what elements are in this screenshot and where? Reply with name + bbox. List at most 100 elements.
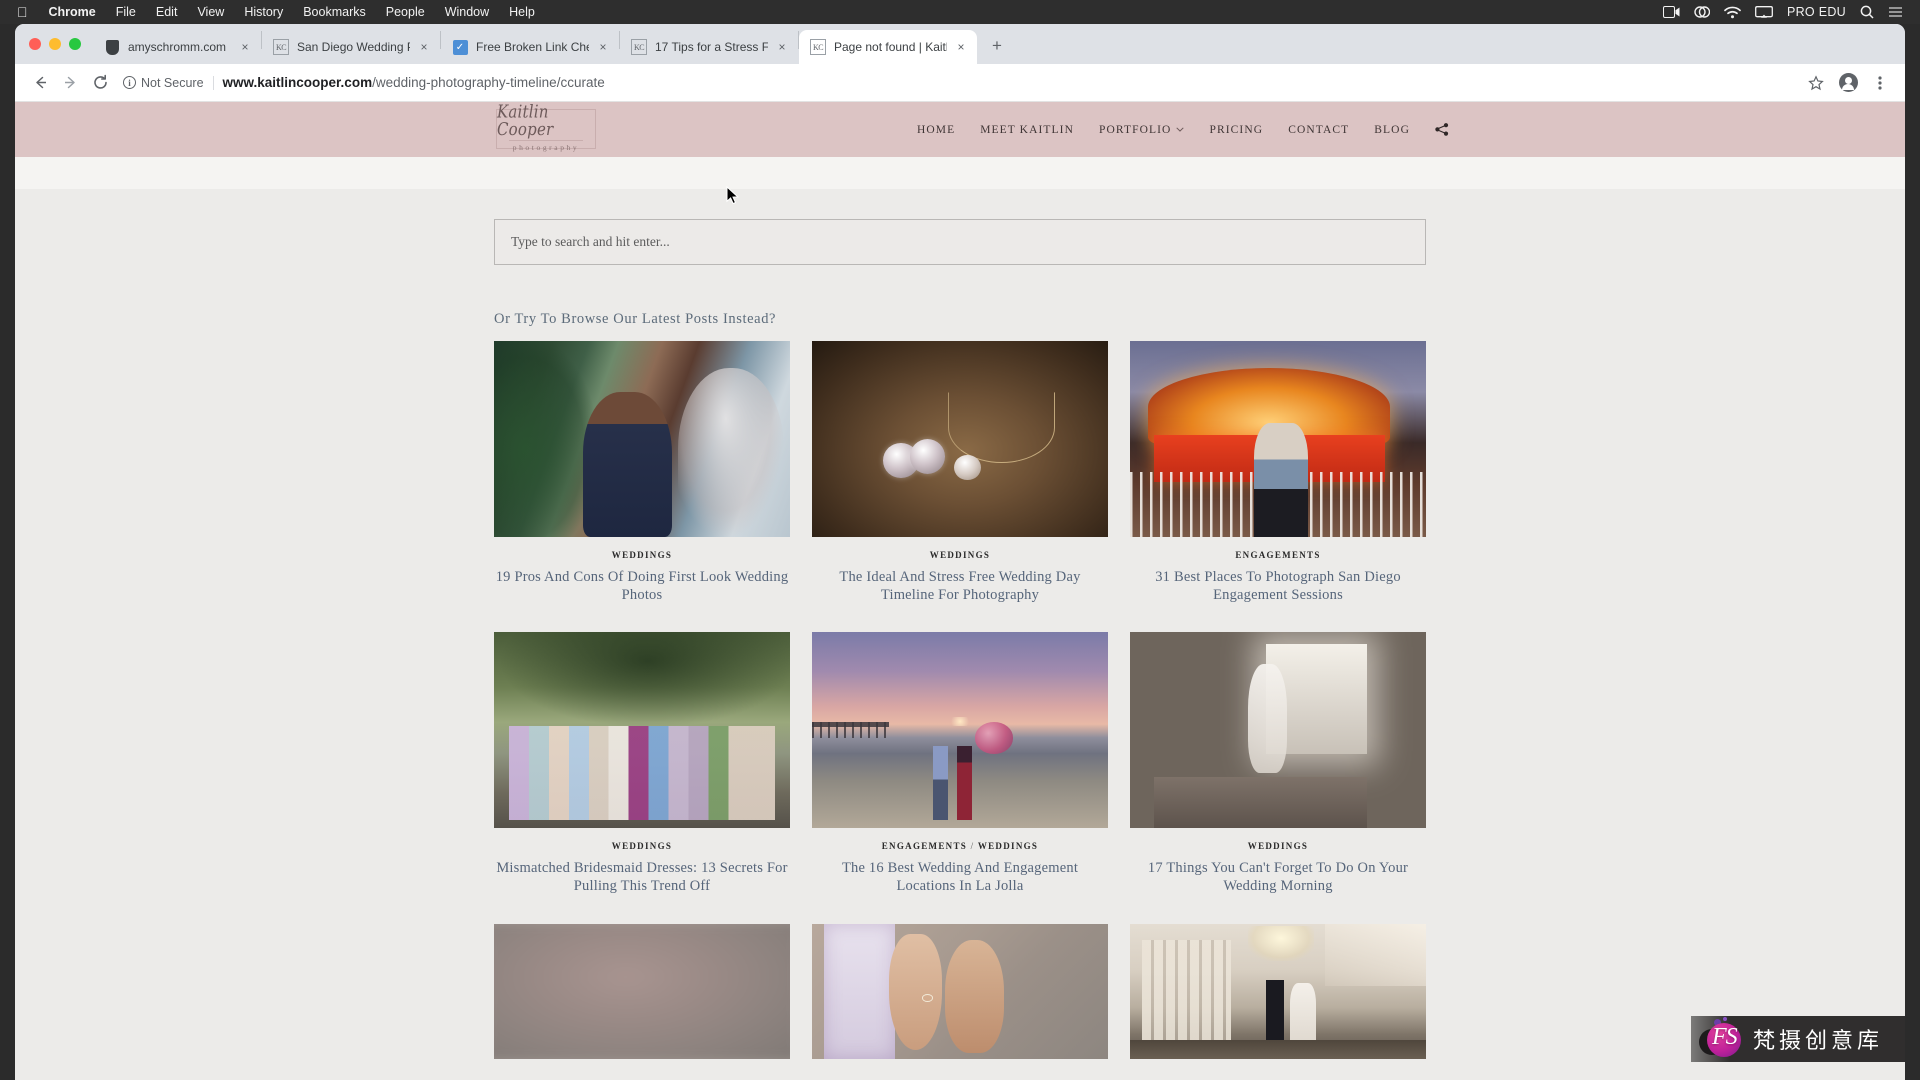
menu-item-history[interactable]: History [234, 5, 293, 19]
close-tab-button[interactable]: × [416, 39, 432, 55]
minimize-window-button[interactable] [49, 38, 61, 50]
post-title[interactable]: The 16 Best Wedding And Engagement Locat… [812, 859, 1108, 895]
control-center-icon[interactable] [1888, 6, 1903, 18]
post-category[interactable]: WEDDINGS [978, 841, 1038, 851]
page-viewport: Kaitlin Cooper photography HOME MEET KAI… [15, 102, 1905, 1080]
apple-menu-icon[interactable]:  [9, 5, 39, 19]
menu-item-people[interactable]: People [376, 5, 435, 19]
logo-tagline: photography [509, 140, 583, 152]
airplay-display-icon[interactable] [1754, 5, 1773, 19]
security-status[interactable]: i Not Secure [123, 75, 214, 90]
forward-arrow-icon[interactable] [55, 68, 85, 98]
post-title[interactable]: Mismatched Bridesmaid Dresses: 13 Secret… [494, 859, 790, 895]
browser-tab[interactable]: ✓ Free Broken Link Checker - ch × [441, 30, 619, 64]
menu-item-file[interactable]: File [106, 5, 146, 19]
address-bar[interactable]: i Not Secure www.kaitlincooper.com/weddi… [123, 69, 1789, 97]
blurred-portrait-photo[interactable] [494, 923, 790, 1059]
browser-tab[interactable]: KC San Diego Wedding Photogra × [262, 30, 440, 64]
nav-item-meet-kaitlin[interactable]: MEET KAITLIN [980, 124, 1074, 136]
maximize-window-button[interactable] [69, 38, 81, 50]
browser-toolbar: i Not Secure www.kaitlincooper.com/weddi… [15, 64, 1905, 102]
search-section [494, 219, 1426, 265]
url-path: /wedding-photography-timeline/ccurate [372, 75, 605, 90]
kaitlin-cooper-favicon: KC [631, 39, 647, 55]
post-categories[interactable]: WEDDINGS [1130, 841, 1426, 851]
beach-sunset-couple-balloons-photo[interactable] [812, 632, 1108, 829]
close-tab-button[interactable]: × [595, 39, 611, 55]
spotlight-search-icon[interactable] [1860, 5, 1874, 19]
tab-title: Free Broken Link Checker - ch [476, 40, 589, 54]
ballroom-first-dance-photo[interactable] [1130, 923, 1426, 1059]
search-input[interactable] [511, 234, 1409, 250]
post-categories[interactable]: ENGAGEMENTS / WEDDINGS [812, 841, 1108, 851]
fs-logo-icon: FS [1698, 1017, 1743, 1061]
site-navigation: HOME MEET KAITLIN PORTFOLIO PRICING CONT… [917, 102, 1449, 157]
menu-item-edit[interactable]: Edit [146, 5, 188, 19]
site-logo[interactable]: Kaitlin Cooper photography [496, 103, 596, 152]
nav-item-home[interactable]: HOME [917, 124, 955, 136]
three-dot-menu-icon[interactable] [1865, 68, 1895, 98]
post-categories[interactable]: ENGAGEMENTS [1130, 550, 1426, 560]
search-box[interactable] [494, 219, 1426, 265]
post-card[interactable] [1130, 923, 1426, 1059]
post-card[interactable]: WEDDINGS Mismatched Bridesmaid Dresses: … [494, 632, 790, 895]
post-card[interactable] [494, 923, 790, 1059]
new-tab-button[interactable]: + [983, 32, 1011, 60]
url-text: www.kaitlincooper.com/wedding-photograph… [223, 75, 605, 90]
grid-row-spacer [494, 896, 1426, 924]
close-tab-button[interactable]: × [774, 39, 790, 55]
nav-item-blog[interactable]: BLOG [1374, 124, 1410, 136]
post-card[interactable]: WEDDINGS The Ideal And Stress Free Weddi… [812, 341, 1108, 604]
bridesmaids-pastel-dresses-photo[interactable] [494, 632, 790, 829]
holding-hands-ring-photo[interactable] [812, 923, 1108, 1059]
chrome-browser-window: amyschromm.com × KC San Diego Wedding Ph… [15, 24, 1905, 1080]
post-categories[interactable]: WEDDINGS [494, 841, 790, 851]
post-category[interactable]: ENGAGEMENTS [882, 841, 967, 851]
menu-item-view[interactable]: View [187, 5, 234, 19]
post-title[interactable]: 19 Pros And Cons Of Doing First Look Wed… [494, 568, 790, 604]
screen-record-icon[interactable] [1662, 6, 1680, 18]
nav-item-pricing[interactable]: PRICING [1209, 124, 1263, 136]
nav-item-contact[interactable]: CONTACT [1288, 124, 1349, 136]
reload-icon[interactable] [85, 68, 115, 98]
close-tab-button[interactable]: × [237, 39, 253, 55]
diamond-earrings-necklace-photo[interactable] [812, 341, 1108, 537]
post-card[interactable]: WEDDINGS 17 Things You Can't Forget To D… [1130, 632, 1426, 895]
creative-cloud-icon[interactable] [1694, 4, 1710, 20]
menu-item-bookmarks[interactable]: Bookmarks [293, 5, 376, 19]
post-categories[interactable]: WEDDINGS [812, 550, 1108, 560]
back-arrow-icon[interactable] [25, 68, 55, 98]
menu-item-window[interactable]: Window [435, 5, 499, 19]
menu-bar-user-label[interactable]: PRO EDU [1787, 5, 1846, 19]
post-card[interactable] [812, 923, 1108, 1059]
tab-strip: amyschromm.com × KC San Diego Wedding Ph… [15, 24, 1905, 64]
chevron-down-icon [1176, 125, 1185, 134]
menu-item-help[interactable]: Help [499, 5, 545, 19]
tab-title: amyschromm.com [128, 40, 227, 54]
wifi-icon[interactable] [1724, 6, 1741, 19]
close-window-button[interactable] [29, 38, 41, 50]
post-card[interactable]: ENGAGEMENTS 31 Best Places To Photograph… [1130, 341, 1426, 604]
post-title[interactable]: 17 Things You Can't Forget To Do On Your… [1130, 859, 1426, 895]
post-card[interactable]: ENGAGEMENTS / WEDDINGS The 16 Best Weddi… [812, 632, 1108, 895]
share-icon[interactable] [1435, 123, 1449, 136]
category-separator: / [970, 841, 975, 852]
browser-tab-active[interactable]: KC Page not found | Kaitlin Coope × [799, 30, 977, 64]
couple-kissing-carousel-photo[interactable] [1130, 341, 1426, 537]
nav-item-portfolio[interactable]: PORTFOLIO [1099, 124, 1185, 136]
post-card[interactable]: WEDDINGS 19 Pros And Cons Of Doing First… [494, 341, 790, 604]
post-categories[interactable]: WEDDINGS [494, 550, 790, 560]
wedding-dress-hanging-window-photo[interactable] [1130, 632, 1426, 829]
menu-item-chrome[interactable]: Chrome [39, 5, 106, 19]
kaitlin-cooper-favicon: KC [810, 39, 826, 55]
profile-avatar-icon[interactable] [1833, 68, 1863, 98]
post-title[interactable]: 31 Best Places To Photograph San Diego E… [1130, 568, 1426, 604]
shield-favicon [104, 39, 120, 55]
star-bookmark-icon[interactable] [1801, 68, 1831, 98]
close-tab-button[interactable]: × [953, 39, 969, 55]
browser-tab[interactable]: KC 17 Tips for a Stress Free Wedd × [620, 30, 798, 64]
post-title[interactable]: The Ideal And Stress Free Wedding Day Ti… [812, 568, 1108, 604]
browser-tab[interactable]: amyschromm.com × [93, 30, 261, 64]
window-controls [23, 24, 93, 64]
first-look-groom-bride-photo[interactable] [494, 341, 790, 537]
